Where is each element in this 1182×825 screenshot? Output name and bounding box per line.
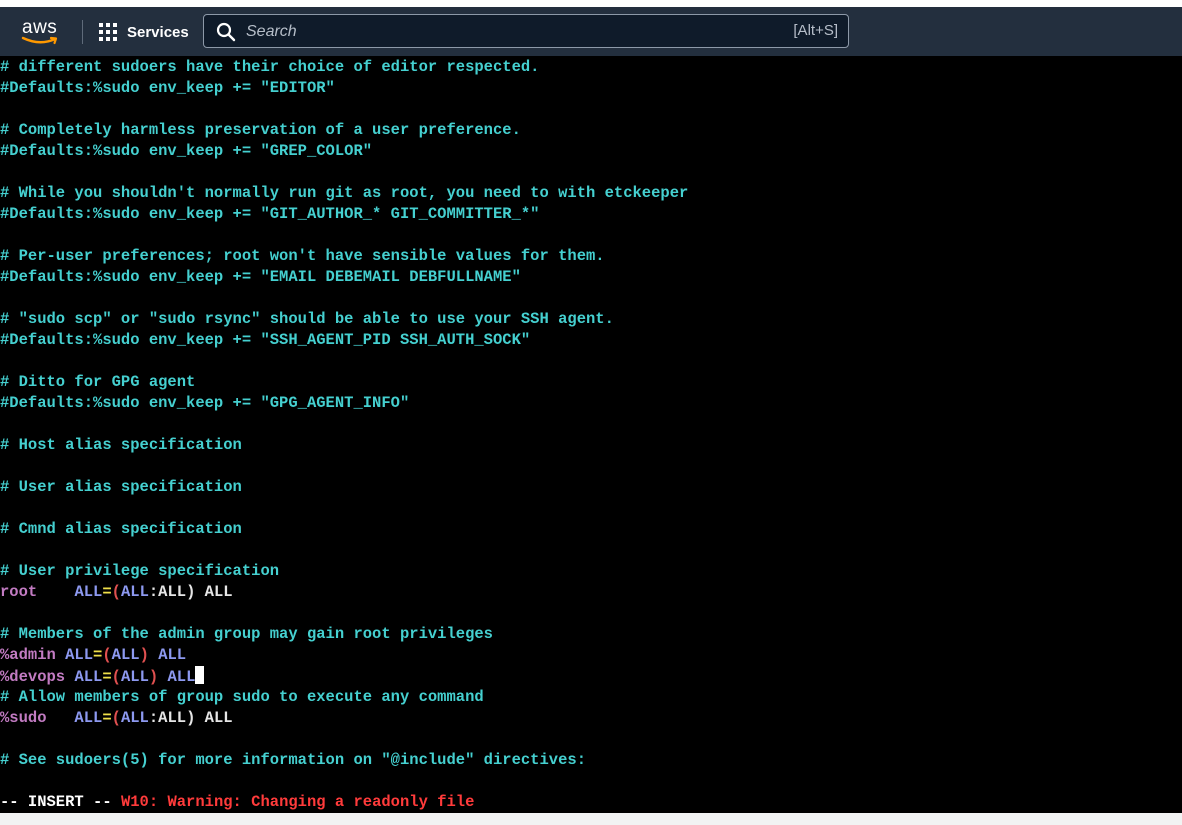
terminal-token: %devops [0,668,66,686]
terminal-token: ALL [74,668,103,686]
vim-mode-indicator: -- INSERT -- [0,793,112,811]
terminal-token: = [102,583,112,601]
terminal-token: ( [102,646,112,664]
terminal-token: #Defaults:%sudo env_keep += "EDITOR" [0,79,335,97]
terminal-line: #Defaults:%sudo env_keep += "GIT_AUTHOR_… [0,204,540,225]
terminal-line: %devops ALL=(ALL) ALL [0,666,205,687]
text-cursor [195,666,205,684]
services-menu-button[interactable]: Services [99,18,189,46]
terminal-token: # Per-user preferences; root won't have … [0,247,605,265]
terminal-token: # Completely harmless preservation of a … [0,121,521,139]
terminal-line: # different sudoers have their choice of… [0,57,540,78]
terminal-token: # Allow members of group sudo to execute… [0,688,484,706]
terminal-token: #Defaults:%sudo env_keep += "GPG_AGENT_I… [0,394,410,412]
terminal-token: #Defaults:%sudo env_keep += "SSH_AGENT_P… [0,331,531,349]
terminal-token: ( [111,709,121,727]
terminal-token: ALL [158,646,187,664]
terminal-token: ( [111,668,121,686]
terminal-token: #Defaults:%sudo env_keep += "GIT_AUTHOR_… [0,205,540,223]
terminal-token: # Host alias specification [0,436,242,454]
terminal-token: ALL [65,646,94,664]
terminal-token: # Ditto for GPG agent [0,373,196,391]
terminal-token: # "sudo scp" or "sudo rsync" should be a… [0,310,614,328]
terminal-token: ALL [167,668,196,686]
terminal-token: # Cmnd alias specification [0,520,242,538]
vim-warning-message: W10: Warning: Changing a readonly file [120,793,475,811]
terminal-line: # Allow members of group sudo to execute… [0,687,484,708]
terminal-line: #Defaults:%sudo env_keep += "SSH_AGENT_P… [0,330,530,351]
terminal-token: ) [148,668,159,686]
terminal-token: ALL [120,668,149,686]
terminal-line: # See sudoers(5) for more information on… [0,750,586,771]
terminal-token: #Defaults:%sudo env_keep += "GREP_COLOR" [0,142,373,160]
aws-console-navbar: aws Services [Alt+S] [0,7,1182,56]
terminal-line: # User alias specification [0,477,242,498]
terminal-token: ALL [120,709,149,727]
terminal-line: #Defaults:%sudo env_keep += "EDITOR" [0,78,335,99]
terminal-line: #Defaults:%sudo env_keep += "EMAIL DEBEM… [0,267,521,288]
terminal-line: %sudo ALL=(ALL:ALL) ALL [0,708,233,729]
terminal-token: # While you shouldn't normally run git a… [0,184,689,202]
terminal-token: ALL [74,709,103,727]
terminal-token: %admin [0,646,56,664]
terminal-line: # Per-user preferences; root won't have … [0,246,605,267]
terminal-vim-editor[interactable]: # different sudoers have their choice of… [0,56,1182,813]
terminal-token: = [102,668,112,686]
terminal-line: # While you shouldn't normally run git a… [0,183,688,204]
top-strip [0,0,1182,7]
search-box[interactable]: [Alt+S] [203,14,849,48]
terminal-token: # User alias specification [0,478,242,496]
terminal-token: # different sudoers have their choice of… [0,58,540,76]
terminal-line: #Defaults:%sudo env_keep += "GPG_AGENT_I… [0,393,409,414]
terminal-line: # Completely harmless preservation of a … [0,120,521,141]
terminal-line: # Ditto for GPG agent [0,372,195,393]
terminal-token: ALL [120,583,149,601]
terminal-token: #Defaults:%sudo env_keep += "EMAIL DEBEM… [0,268,521,286]
terminal-token: :ALL) ALL [148,583,233,601]
terminal-line: # "sudo scp" or "sudo rsync" should be a… [0,309,614,330]
terminal-token: = [102,709,112,727]
grid-icon [99,23,117,41]
terminal-token: root [0,583,38,601]
terminal-line: # Members of the admin group may gain ro… [0,624,493,645]
aws-logo[interactable]: aws [14,15,66,47]
aws-smile-icon [21,36,58,45]
terminal-line: root ALL=(ALL:ALL) ALL [0,582,233,603]
terminal-token: # See sudoers(5) for more information on… [0,751,586,769]
terminal-line: # Cmnd alias specification [0,519,242,540]
terminal-token: %sudo [0,709,47,727]
terminal-line: # Host alias specification [0,435,242,456]
services-label: Services [127,23,189,41]
terminal-token: :ALL) ALL [148,709,233,727]
terminal-token: ALL [111,646,140,664]
search-shortcut-hint: [Alt+S] [793,22,838,39]
nav-divider [82,20,83,44]
vim-status-line: -- INSERT -- W10: Warning: Changing a re… [0,792,474,813]
terminal-line: # User privilege specification [0,561,279,582]
terminal-token: = [93,646,103,664]
terminal-token: ) [139,646,149,664]
terminal-line: #Defaults:%sudo env_keep += "GREP_COLOR" [0,141,372,162]
browser-viewport: aws Services [Alt+S] # different sudo [0,0,1182,825]
terminal-token: # Members of the admin group may gain ro… [0,625,493,643]
bottom-strip [0,813,1182,825]
terminal-token: ALL [74,583,103,601]
terminal-token: # User privilege specification [0,562,280,580]
terminal-line: %admin ALL=(ALL) ALL [0,645,186,666]
search-input[interactable] [244,18,768,46]
terminal-token: ( [111,583,121,601]
search-icon [216,22,236,42]
